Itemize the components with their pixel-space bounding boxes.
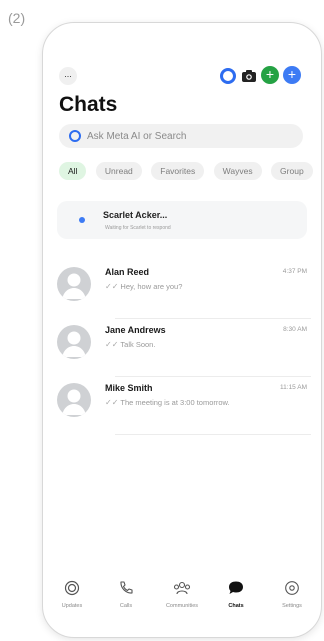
pinned-chat-name: Scarlet Acker... bbox=[103, 210, 168, 220]
chat-name: Mike Smith bbox=[105, 383, 153, 393]
chat-time: 4:37 PM bbox=[282, 268, 307, 275]
row-divider bbox=[115, 434, 311, 435]
avatar bbox=[57, 383, 91, 417]
tab-settings[interactable]: Settings bbox=[267, 579, 317, 609]
avatar bbox=[57, 325, 91, 359]
chat-row[interactable]: Alan Reed 4:37 PM ✓✓ Hey, how are you? bbox=[55, 261, 311, 319]
chat-last-message: ✓✓ Talk Soon. bbox=[105, 340, 155, 349]
filter-chip-group[interactable]: Group bbox=[271, 162, 313, 180]
read-receipt-icon: ✓✓ bbox=[105, 340, 119, 349]
meta-ai-search-icon bbox=[69, 130, 81, 142]
chat-bubble-icon bbox=[211, 579, 261, 597]
chat-message-text: Talk Soon. bbox=[120, 340, 156, 349]
filter-chip-all[interactable]: All bbox=[59, 162, 87, 180]
add-button[interactable]: + bbox=[283, 66, 301, 84]
search-bar[interactable] bbox=[59, 124, 303, 148]
pinned-chat-card[interactable]: Scarlet Acker... Waiting for Scarlet to … bbox=[57, 201, 307, 239]
page-title: Chats bbox=[59, 93, 118, 116]
search-input[interactable] bbox=[87, 126, 287, 146]
chat-message-text: Hey, how are you? bbox=[120, 282, 183, 291]
avatar bbox=[57, 267, 91, 301]
chat-time: 11:15 AM bbox=[280, 384, 307, 391]
tab-label: Chats bbox=[228, 603, 244, 609]
chat-row[interactable]: Jane Andrews 8:30 AM ✓✓ Talk Soon. bbox=[55, 319, 311, 377]
phone-screen: ... + + Chats All Unread Favorites Wayve… bbox=[42, 22, 322, 638]
camera-icon[interactable] bbox=[242, 69, 256, 87]
chat-message-text: The meeting is at 3:00 tomorrow. bbox=[120, 398, 230, 407]
settings-icon bbox=[267, 579, 317, 597]
unread-dot bbox=[79, 217, 85, 223]
chat-row[interactable]: Mike Smith 11:15 AM ✓✓ The meeting is at … bbox=[55, 377, 311, 435]
filter-chip-unread[interactable]: Unread bbox=[95, 162, 142, 180]
tab-calls[interactable]: Calls bbox=[101, 579, 151, 609]
tab-updates[interactable]: Updates bbox=[47, 579, 97, 609]
filter-chips: All Unread Favorites Wayves Group bbox=[59, 161, 318, 180]
read-receipt-icon: ✓✓ bbox=[105, 282, 119, 291]
filter-chip-favorites[interactable]: Favorites bbox=[151, 162, 205, 180]
tab-communities[interactable]: Communities bbox=[157, 579, 207, 609]
tab-label: Calls bbox=[119, 603, 133, 609]
updates-icon bbox=[47, 579, 97, 597]
meta-ai-icon[interactable] bbox=[220, 68, 236, 84]
chat-last-message: ✓✓ Hey, how are you? bbox=[105, 282, 182, 291]
tab-label: Settings bbox=[282, 603, 302, 609]
filter-chip-wayves[interactable]: Wayves bbox=[213, 162, 262, 180]
more-options-button[interactable]: ... bbox=[59, 67, 77, 85]
communities-icon bbox=[157, 579, 207, 597]
read-receipt-icon: ✓✓ bbox=[105, 398, 119, 407]
screenshot-label: (2) bbox=[8, 10, 26, 26]
chat-time: 8:30 AM bbox=[283, 326, 307, 333]
pinned-chat-status: Waiting for Scarlet to respond bbox=[105, 225, 171, 231]
top-bar: ... + + bbox=[55, 65, 309, 87]
chat-last-message: ✓✓ The meeting is at 3:00 tomorrow. bbox=[105, 398, 230, 407]
chat-name: Alan Reed bbox=[105, 267, 150, 277]
tab-label: Communities bbox=[165, 603, 199, 609]
tab-chats[interactable]: Chats bbox=[211, 579, 261, 609]
new-chat-button[interactable]: + bbox=[261, 66, 279, 84]
phone-icon bbox=[101, 579, 151, 597]
tab-label: Updates bbox=[61, 603, 83, 609]
chat-name: Jane Andrews bbox=[105, 325, 166, 335]
bottom-tab-bar: Updates Calls Communities Chats Settings bbox=[43, 579, 321, 619]
